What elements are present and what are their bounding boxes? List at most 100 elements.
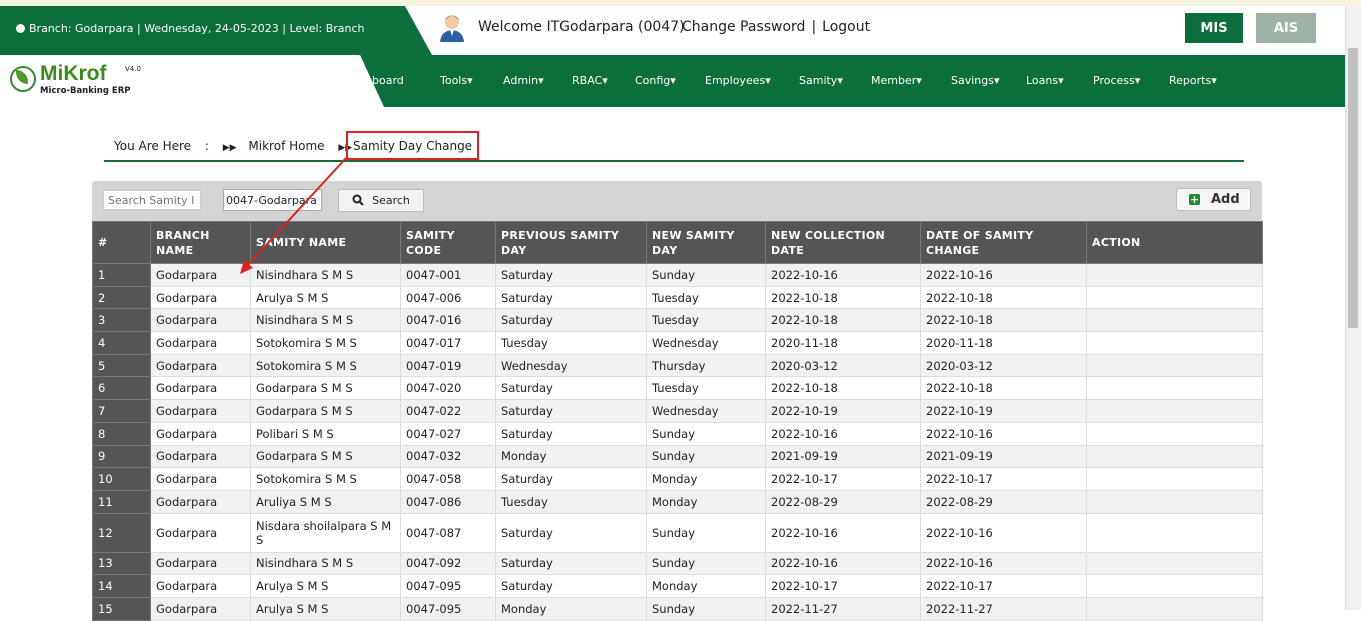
new-collection-date-cell: 2022-10-17: [765, 574, 921, 598]
nav-loans[interactable]: Loans▾: [1026, 74, 1064, 87]
breadcrumb-home-link[interactable]: Mikrof Home: [248, 139, 324, 153]
breadcrumb-divider: [104, 160, 1244, 162]
samity-name-cell: Nisindhara S M S: [250, 263, 401, 287]
magnifier-icon: [352, 194, 364, 206]
scrollbar-thumb[interactable]: [1348, 48, 1358, 328]
action-cell[interactable]: [1086, 285, 1263, 310]
action-cell[interactable]: [1086, 467, 1263, 491]
new-collection-date-cell: 2022-10-16: [765, 551, 921, 576]
previous-day-cell: Saturday: [495, 574, 647, 598]
nav-process-label: Process: [1093, 74, 1135, 87]
action-cell[interactable]: [1086, 551, 1263, 576]
action-cell[interactable]: [1086, 399, 1263, 423]
previous-day-cell: Monday: [495, 596, 647, 621]
nav-employees-label: Employees: [705, 74, 766, 87]
table-row: 15 Godarpara Arulya S M S 0047-095 Monday Sun…: [92, 596, 1263, 621]
new-day-cell: Sunday: [646, 551, 766, 576]
nav-tools[interactable]: Tools▾: [440, 74, 473, 87]
nav-savings[interactable]: Savings▾: [951, 74, 1000, 87]
samity-change-date-cell: 2021-09-19: [920, 444, 1087, 469]
row-number-cell: 4: [92, 331, 151, 355]
change-password-link[interactable]: Change Password: [682, 19, 805, 35]
action-cell[interactable]: [1086, 489, 1263, 514]
action-cell[interactable]: [1086, 596, 1263, 621]
samity-day-change-table: # BRANCH NAME SAMITY NAME SAMITY CODE PR…: [92, 221, 1263, 621]
new-day-cell: Thursday: [646, 353, 766, 378]
action-cell[interactable]: [1086, 421, 1263, 446]
row-number-cell: 12: [92, 512, 151, 553]
new-collection-date-cell: 2020-11-18: [765, 331, 921, 355]
caret-down-icon: ▾: [602, 74, 608, 87]
nav-config[interactable]: Config▾: [635, 74, 676, 87]
search-samity-input[interactable]: [103, 190, 201, 210]
nav-rbac-label: RBAC: [572, 74, 603, 87]
action-cell[interactable]: [1086, 331, 1263, 355]
logo-name[interactable]: MiKrof: [40, 62, 107, 86]
new-day-cell: Sunday: [646, 421, 766, 446]
branch-name-cell: Godarpara: [150, 551, 251, 576]
mis-button[interactable]: MIS: [1185, 13, 1243, 43]
action-cell[interactable]: [1086, 308, 1263, 333]
previous-day-cell: Monday: [495, 444, 647, 469]
branch-select[interactable]: 0047-Godarpara: [223, 189, 322, 211]
samity-code-cell: 0047-058: [400, 467, 496, 491]
branch-info-text: Branch: Godarpara | Wednesday, 24-05-202…: [29, 22, 365, 35]
action-cell[interactable]: [1086, 444, 1263, 469]
table-row: 10 Godarpara Sotokomira S M S 0047-058 Satur…: [92, 467, 1263, 491]
branch-name-cell: Godarpara: [150, 574, 251, 598]
nav-samity[interactable]: Samity▾: [799, 74, 843, 87]
branch-name-cell: Godarpara: [150, 353, 251, 378]
col-header-date-change: DATE OF SAMITY CHANGE: [920, 221, 1087, 264]
caret-down-icon: ▾: [1058, 74, 1064, 87]
branch-name-cell: Godarpara: [150, 399, 251, 423]
col-header-new-collection: NEW COLLECTION DATE: [765, 221, 921, 264]
search-button[interactable]: Search: [338, 189, 424, 212]
samity-code-cell: 0047-006: [400, 285, 496, 310]
add-button[interactable]: + Add: [1176, 188, 1251, 211]
user-avatar-icon: [440, 15, 464, 42]
samity-code-cell: 0047-027: [400, 421, 496, 446]
nav-process[interactable]: Process▾: [1093, 74, 1140, 87]
action-cell[interactable]: [1086, 512, 1263, 553]
new-collection-date-cell: 2022-10-18: [765, 376, 921, 401]
previous-day-cell: Saturday: [495, 285, 647, 310]
nav-rbac[interactable]: RBAC▾: [572, 74, 608, 87]
nav-reports[interactable]: Reports▾: [1169, 74, 1217, 87]
new-day-cell: Monday: [646, 574, 766, 598]
nav-dashboard[interactable]: board: [372, 74, 404, 87]
breadcrumb-current: Samity Day Change: [346, 131, 479, 160]
samity-code-cell: 0047-095: [400, 574, 496, 598]
new-day-cell: Tuesday: [646, 308, 766, 333]
nav-admin[interactable]: Admin▾: [503, 74, 544, 87]
previous-day-cell: Tuesday: [495, 489, 647, 514]
col-header-num: #: [92, 221, 151, 264]
new-day-cell: Wednesday: [646, 331, 766, 355]
previous-day-cell: Tuesday: [495, 331, 647, 355]
samity-change-date-cell: 2022-11-27: [920, 596, 1087, 621]
caret-down-icon: ▾: [538, 74, 544, 87]
samity-change-date-cell: 2022-10-18: [920, 376, 1087, 401]
samity-name-cell: Nisdara shoilalpara S M S: [250, 512, 401, 553]
action-cell[interactable]: [1086, 263, 1263, 287]
row-number-cell: 7: [92, 399, 151, 423]
samity-name-cell: Godarpara S M S: [250, 399, 401, 423]
previous-day-cell: Saturday: [495, 551, 647, 576]
nav-member[interactable]: Member▾: [871, 74, 922, 87]
row-number-cell: 6: [92, 376, 151, 401]
logout-link[interactable]: Logout: [822, 19, 870, 35]
new-collection-date-cell: 2022-10-17: [765, 467, 921, 491]
nav-samity-label: Samity: [799, 74, 838, 87]
action-cell[interactable]: [1086, 353, 1263, 378]
samity-name-cell: Arulya S M S: [250, 285, 401, 310]
samity-code-cell: 0047-092: [400, 551, 496, 576]
row-number-cell: 10: [92, 467, 151, 491]
new-day-cell: Wednesday: [646, 399, 766, 423]
action-cell[interactable]: [1086, 574, 1263, 598]
branch-name-cell: Godarpara: [150, 376, 251, 401]
samity-code-cell: 0047-022: [400, 399, 496, 423]
ais-button[interactable]: AIS: [1256, 13, 1316, 43]
nav-employees[interactable]: Employees▾: [705, 74, 771, 87]
branch-name-cell: Godarpara: [150, 596, 251, 621]
branch-name-cell: Godarpara: [150, 308, 251, 333]
action-cell[interactable]: [1086, 376, 1263, 401]
